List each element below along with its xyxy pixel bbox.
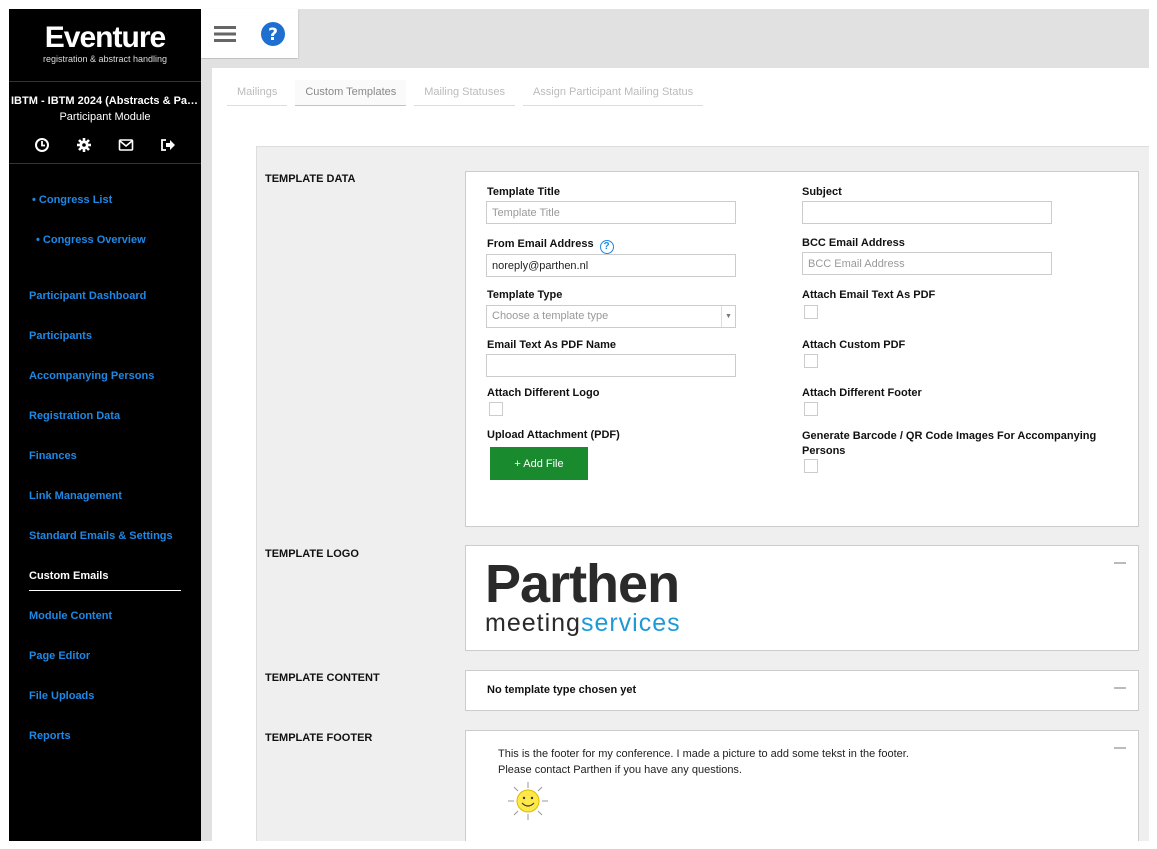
section-template-footer: TEMPLATE FOOTER xyxy=(265,732,373,744)
collapse-logo-button[interactable] xyxy=(1114,562,1126,564)
collapse-content-button[interactable] xyxy=(1114,687,1126,689)
nav-link-management[interactable]: Link Management xyxy=(9,488,201,528)
template-footer-box: This is the footer for my conference. I … xyxy=(465,730,1139,841)
question-icon: ? xyxy=(261,21,285,46)
subject-label: Subject xyxy=(802,186,842,198)
nav-file-uploads[interactable]: File Uploads xyxy=(9,688,201,728)
nav-finances[interactable]: Finances xyxy=(9,448,201,488)
tab-assign-status[interactable]: Assign Participant Mailing Status xyxy=(522,80,704,106)
gear-icon[interactable] xyxy=(76,137,92,153)
logo-meeting: meeting xyxy=(485,609,581,637)
collapse-footer-button[interactable] xyxy=(1114,747,1126,749)
nav-module-content[interactable]: Module Content xyxy=(9,608,201,648)
template-logo-box: Parthen meetingservices xyxy=(465,545,1139,651)
module-name: Participant Module xyxy=(59,111,151,123)
congress-title: IBTM - IBTM 2024 (Abstracts & Par... xyxy=(11,95,200,107)
nav-custom-emails-label: Custom Emails xyxy=(29,568,181,591)
tab-mailings[interactable]: Mailings xyxy=(227,80,288,106)
nav-participant-dashboard[interactable]: Participant Dashboard xyxy=(9,288,201,328)
section-template-data: TEMPLATE DATA xyxy=(265,173,356,185)
nav-reports[interactable]: Reports xyxy=(9,728,201,768)
nav-standard-emails[interactable]: Standard Emails & Settings xyxy=(9,528,201,568)
add-file-button[interactable]: + Add File xyxy=(490,447,588,480)
tab-custom-templates[interactable]: Custom Templates xyxy=(295,80,407,106)
template-type-placeholder: Choose a template type xyxy=(492,310,609,322)
nav-accompanying-persons[interactable]: Accompanying Persons xyxy=(9,368,201,408)
bcc-email-label: BCC Email Address xyxy=(802,237,905,249)
section-template-content: TEMPLATE CONTENT xyxy=(265,672,380,684)
attach-footer-checkbox[interactable] xyxy=(804,402,818,416)
sun-icon xyxy=(508,782,548,820)
template-title-input[interactable] xyxy=(486,201,736,224)
bcc-email-input[interactable] xyxy=(802,252,1052,275)
brand-tagline: registration & abstract handling xyxy=(42,54,168,64)
logo-services: services xyxy=(580,609,681,637)
nav-participants[interactable]: Participants xyxy=(9,328,201,368)
tab-mailing-statuses[interactable]: Mailing Statuses xyxy=(414,80,515,106)
footer-line-2: Please contact Parthen if you have any q… xyxy=(498,764,742,776)
parthen-logo: Parthen meetingservices xyxy=(485,554,681,637)
barcode-checkbox[interactable] xyxy=(804,459,818,473)
pdf-name-input[interactable] xyxy=(486,354,736,377)
subject-input[interactable] xyxy=(802,201,1052,224)
nav-registration-data[interactable]: Registration Data xyxy=(9,408,201,448)
quick-actions xyxy=(9,137,201,164)
attach-footer-label: Attach Different Footer xyxy=(802,387,922,399)
logo-line-2: meetingservices xyxy=(485,609,681,637)
barcode-label: Generate Barcode / QR Code Images For Ac… xyxy=(802,430,1097,457)
brand-logo[interactable]: Eventure registration & abstract handlin… xyxy=(9,9,201,82)
attach-custom-pdf-label: Attach Custom PDF xyxy=(802,339,906,351)
chevron-down-icon: ▼ xyxy=(721,306,735,327)
mail-icon[interactable] xyxy=(118,137,134,153)
brand-name: Eventure xyxy=(44,21,166,54)
from-email-input[interactable] xyxy=(486,254,736,277)
logo-line-1: Parthen xyxy=(485,554,680,614)
content-status: No template type chosen yet xyxy=(487,684,637,696)
logout-icon[interactable] xyxy=(160,137,176,153)
template-title-label: Template Title xyxy=(487,186,560,198)
template-type-label: Template Type xyxy=(487,289,563,301)
help-button[interactable]: ? xyxy=(249,9,297,58)
nav-congress-overview[interactable]: • Congress Overview xyxy=(9,232,201,272)
nav-congress-list[interactable]: • Congress List xyxy=(9,192,201,232)
hamburger-icon xyxy=(214,25,236,42)
attach-logo-checkbox[interactable] xyxy=(489,402,503,416)
from-email-label-text: From Email Address xyxy=(487,238,594,250)
top-bar: ? xyxy=(201,9,1149,59)
congress-nav: • Congress List • Congress Overview xyxy=(9,192,201,272)
attach-text-pdf-checkbox[interactable] xyxy=(804,305,818,319)
nav-custom-emails[interactable]: Custom Emails xyxy=(9,568,201,608)
template-content-box: No template type chosen yet xyxy=(465,670,1139,711)
from-email-label: From Email Address? xyxy=(487,238,614,254)
attach-custom-pdf-checkbox[interactable] xyxy=(804,354,818,368)
help-icon[interactable]: ? xyxy=(599,240,614,254)
nav-page-editor[interactable]: Page Editor xyxy=(9,648,201,688)
template-type-select[interactable]: Choose a template type ▼ xyxy=(486,305,736,328)
footer-line-1: This is the footer for my conference. I … xyxy=(498,748,909,760)
menu-button[interactable] xyxy=(201,9,249,58)
upload-label: Upload Attachment (PDF) xyxy=(487,429,620,441)
svg-text:?: ? xyxy=(268,25,278,45)
sidebar: Eventure registration & abstract handlin… xyxy=(9,9,201,841)
footer-text: This is the footer for my conference. I … xyxy=(498,746,909,778)
attach-logo-label: Attach Different Logo xyxy=(487,387,600,399)
module-nav: Participant Dashboard Participants Accom… xyxy=(9,288,201,768)
congress-info: IBTM - IBTM 2024 (Abstracts & Par... Par… xyxy=(9,82,201,125)
history-icon[interactable] xyxy=(34,137,50,153)
pdf-name-label: Email Text As PDF Name xyxy=(487,339,616,351)
top-buttons: ? xyxy=(201,9,298,58)
mail-tabs: Mailings Custom Templates Mailing Status… xyxy=(227,80,704,106)
section-template-logo: TEMPLATE LOGO xyxy=(265,548,359,560)
attach-text-pdf-label: Attach Email Text As PDF xyxy=(802,289,936,301)
